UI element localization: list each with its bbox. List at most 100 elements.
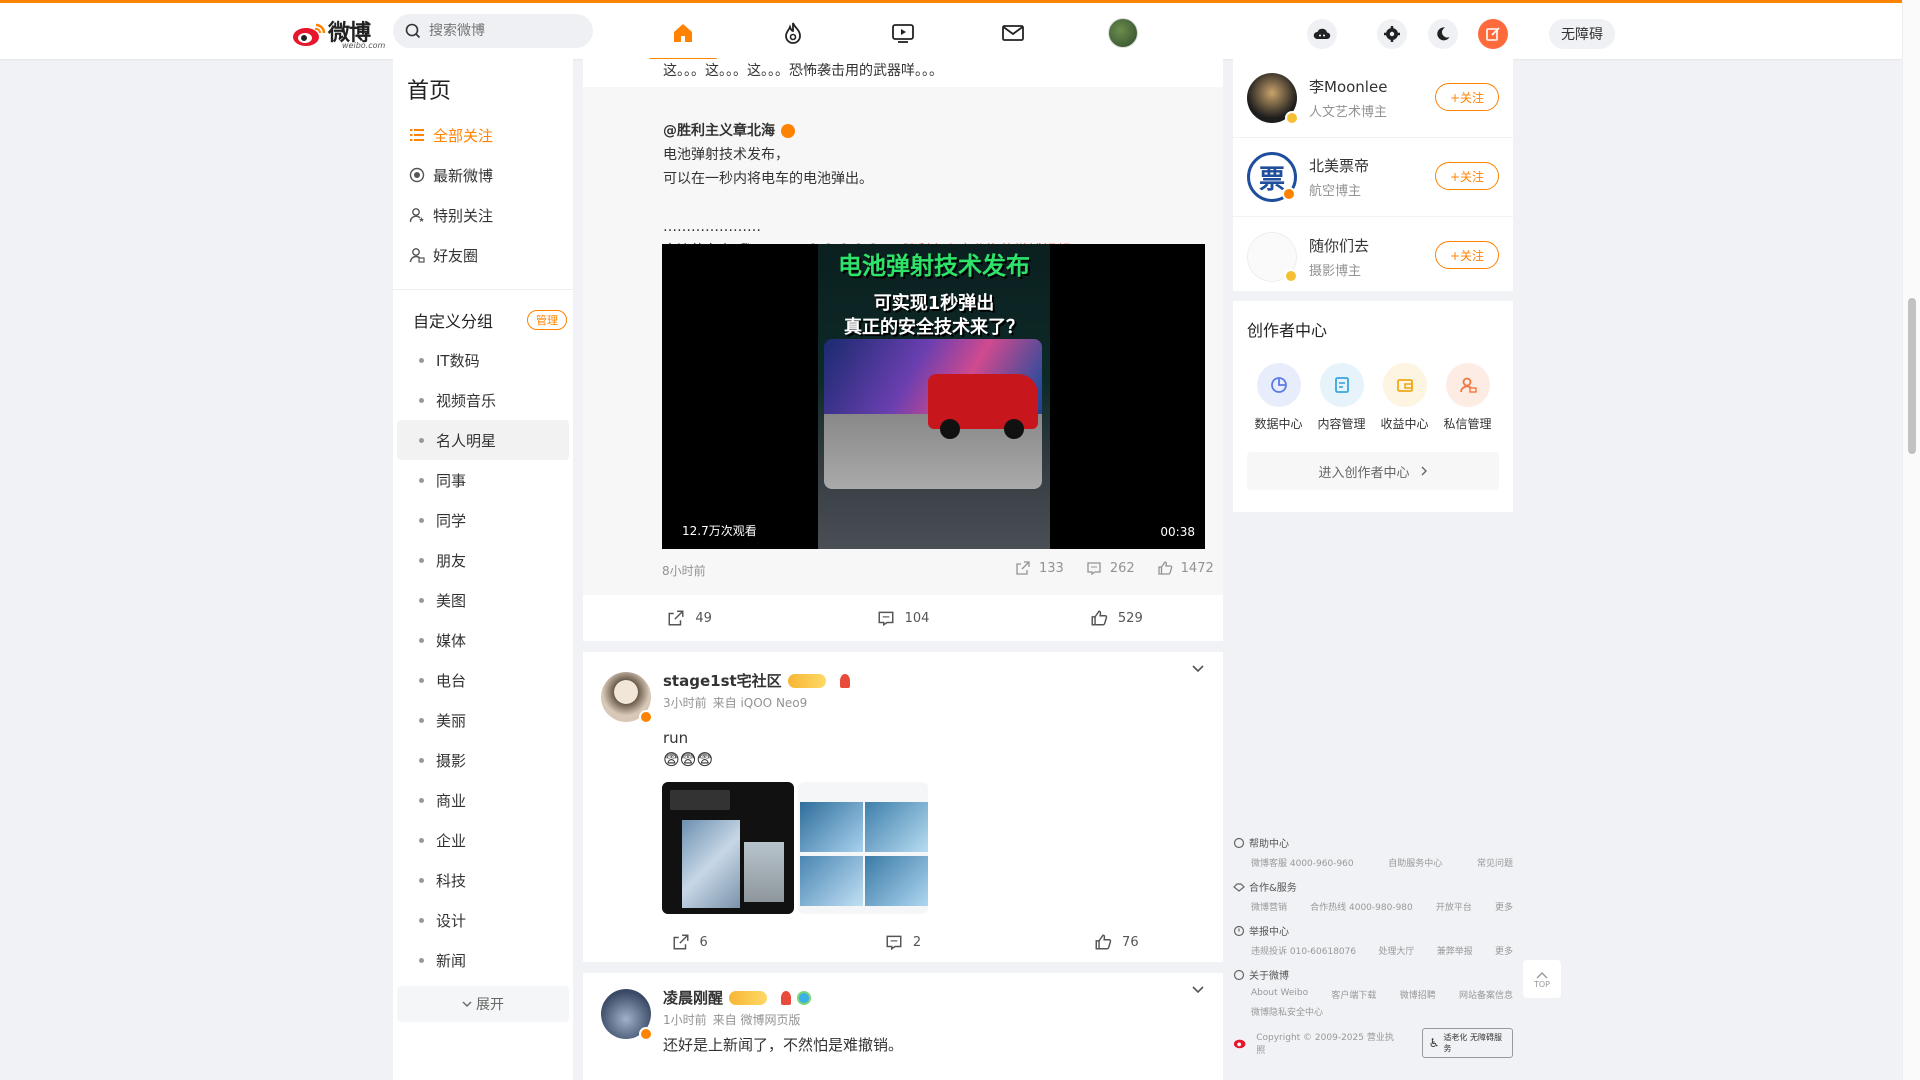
footer-link[interactable]: 客户端下载 [1331, 988, 1376, 1001]
page-scrollbar[interactable] [1902, 0, 1920, 1080]
recommend-user-1[interactable]: 李Moonlee 人文艺术博主 +关注 [1233, 59, 1513, 138]
creator-data-center[interactable]: 数据中心 [1249, 363, 1309, 432]
footer-link[interactable]: 更多 [1495, 944, 1513, 957]
recommend-user-2[interactable]: 票 北美票帝 航空博主 +关注 [1233, 138, 1513, 217]
post-3-avatar[interactable] [601, 989, 653, 1041]
post-2-author[interactable]: stage1st宅社区 [663, 670, 782, 691]
post-2-repost-button[interactable]: 6 [583, 933, 796, 951]
quote-comment-button[interactable]: 262 [1086, 560, 1135, 576]
creator-item-label: 私信管理 [1443, 417, 1492, 431]
copyright-text[interactable]: Copyright © 2009-2025 营业执照 [1256, 1030, 1395, 1056]
nav-home[interactable] [663, 15, 703, 51]
accessibility-service-badge[interactable]: ♿ 适老化 无障碍服务 [1421, 1028, 1513, 1058]
quote-author[interactable]: @胜利主义章北海 [663, 119, 775, 143]
footer-link[interactable]: 合作热线 4000-980-980 [1310, 900, 1413, 913]
footer-link[interactable]: 处理大厅 [1378, 944, 1414, 957]
top-navbar: 微博 weibo.com 无障碍 [0, 0, 1902, 61]
footer-link[interactable]: 开放平台 [1436, 900, 1472, 913]
enter-creator-label: 进入创作者中心 [1318, 465, 1410, 481]
search-box[interactable] [393, 14, 593, 48]
post-3-author[interactable]: 凌晨刚醒 [663, 987, 723, 1008]
footer-link[interactable]: 微博营销 [1251, 900, 1287, 913]
group-item[interactable]: IT数码 [397, 340, 569, 380]
group-item[interactable]: 科技 [397, 860, 569, 900]
quote-repost-button[interactable]: 133 [1015, 560, 1064, 576]
chevron-up-icon [1536, 971, 1548, 978]
footer-link[interactable]: 常见问题 [1477, 856, 1513, 869]
nav-messages[interactable] [993, 15, 1033, 51]
post-2-avatar[interactable] [601, 672, 653, 724]
footer-report-title[interactable]: 举报中心 [1249, 923, 1289, 938]
group-item[interactable]: 企业 [397, 820, 569, 860]
comment-button[interactable]: 104 [796, 609, 1009, 627]
bullet-dot-icon [419, 797, 424, 803]
group-item[interactable]: 美丽 [397, 700, 569, 740]
enter-creator-center-button[interactable]: 进入创作者中心 [1247, 452, 1499, 490]
group-item[interactable]: 电台 [397, 660, 569, 700]
footer-link[interactable]: 违规投诉 010-60618076 [1251, 944, 1356, 957]
scrollbar-thumb[interactable] [1908, 298, 1916, 454]
group-item[interactable]: 美图 [397, 580, 569, 620]
chevron-down-icon [462, 1001, 472, 1007]
compose-button[interactable] [1478, 19, 1508, 49]
creator-earnings[interactable]: 收益中心 [1375, 363, 1435, 432]
bullet-dot-icon [419, 957, 424, 963]
footer-link[interactable]: 兼弊举报 [1437, 944, 1473, 957]
group-item[interactable]: 新闻 [397, 940, 569, 980]
creator-content-manage[interactable]: 内容管理 [1312, 363, 1372, 432]
footer-link[interactable]: 微博隐私安全中心 [1233, 1005, 1513, 1018]
accessibility-button[interactable]: 无障碍 [1549, 19, 1615, 49]
group-item[interactable]: 名人明星 [397, 420, 569, 460]
group-item[interactable]: 视频音乐 [397, 380, 569, 420]
group-item[interactable]: 同学 [397, 500, 569, 540]
nav-video[interactable] [883, 15, 923, 51]
post-2-image-1[interactable] [662, 782, 794, 914]
footer-link[interactable]: 更多 [1495, 900, 1513, 913]
recommend-user-3[interactable]: 随你们去 摄影博主 +关注 [1233, 217, 1513, 296]
post-3-time[interactable]: 1小时前 [663, 1011, 707, 1028]
creator-messages[interactable]: 私信管理 [1438, 363, 1498, 432]
follow-button[interactable]: +关注 [1435, 241, 1499, 269]
group-item[interactable]: 同事 [397, 460, 569, 500]
manage-groups-button[interactable]: 管理 [527, 310, 567, 330]
footer-link[interactable]: 微博客服 4000-960-960 [1251, 856, 1354, 869]
footer-help-title[interactable]: 帮助中心 [1249, 835, 1289, 850]
group-item[interactable]: 朋友 [397, 540, 569, 580]
dark-mode-button[interactable] [1428, 19, 1458, 49]
back-to-top-button[interactable]: TOP [1523, 960, 1561, 998]
group-item[interactable]: 摄影 [397, 740, 569, 780]
footer-link[interactable]: About Weibo [1251, 988, 1308, 1001]
footer-link[interactable]: 网站备案信息 [1459, 988, 1513, 1001]
video-player[interactable]: 电池弹射技术发布 可实现1秒弹出 真正的安全技术来了？ 12.7万次观看 00:… [662, 244, 1205, 549]
sidebar-item-all-follow[interactable]: 全部关注 [393, 115, 573, 155]
weibo-logo[interactable]: 微博 weibo.com [292, 17, 385, 51]
group-item[interactable]: 媒体 [397, 620, 569, 660]
search-input[interactable] [429, 23, 579, 39]
post-menu-chevron-icon[interactable] [1191, 664, 1205, 674]
post-2-comment-button[interactable]: 2 [796, 933, 1009, 951]
footer-copyright-row: Copyright © 2009-2025 营业执照 ♿ 适老化 无障碍服务 [1233, 1028, 1513, 1058]
quote-like-button[interactable]: 1472 [1157, 560, 1214, 576]
settings-button[interactable] [1377, 19, 1407, 49]
expand-groups-button[interactable]: 展开 [397, 986, 569, 1022]
like-button[interactable]: 529 [1010, 609, 1223, 627]
group-item[interactable]: 设计 [397, 900, 569, 940]
sidebar-item-friends[interactable]: 好友圈 [393, 235, 573, 275]
nav-hot[interactable] [773, 15, 813, 51]
group-item[interactable]: 商业 [397, 780, 569, 820]
post-menu-chevron-icon[interactable] [1191, 985, 1205, 995]
sidebar-item-special[interactable]: 特别关注 [393, 195, 573, 235]
post-2-like-button[interactable]: 76 [1010, 933, 1223, 951]
footer-link[interactable]: 微博招聘 [1400, 988, 1436, 1001]
footer-link[interactable]: 自助服务中心 [1388, 856, 1442, 869]
follow-button[interactable]: +关注 [1435, 83, 1499, 111]
footer-coop-title[interactable]: 合作&服务 [1249, 879, 1297, 894]
footer-about-title[interactable]: 关于微博 [1249, 967, 1289, 982]
post-2-image-2[interactable] [798, 782, 928, 914]
nav-profile[interactable] [1103, 15, 1143, 51]
sidebar-item-latest[interactable]: 最新微博 [393, 155, 573, 195]
cloud-button[interactable] [1307, 19, 1337, 49]
post-2-time[interactable]: 3小时前 [663, 694, 707, 711]
repost-button[interactable]: 49 [583, 609, 796, 627]
follow-button[interactable]: +关注 [1435, 162, 1499, 190]
